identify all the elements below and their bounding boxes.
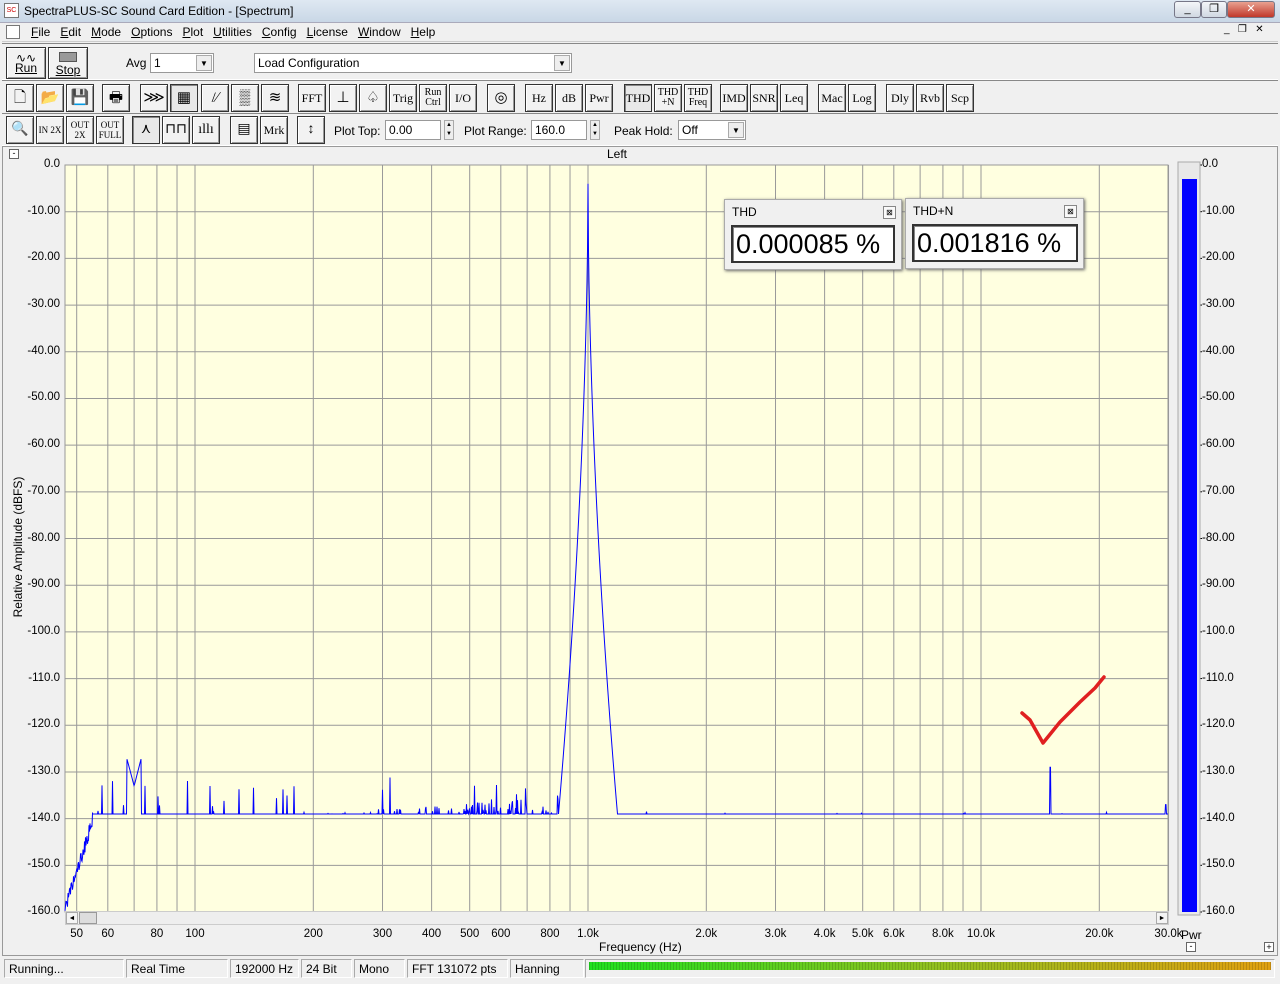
meter-tick-label: -100.0 xyxy=(1202,624,1235,637)
status-field: FFT 131072 pts xyxy=(407,959,508,978)
y-tick-label: -50.00 xyxy=(27,391,60,404)
status-field: 192000 Hz xyxy=(230,959,299,978)
status-field: Running... xyxy=(4,959,124,978)
x-tick-label: 20.0k xyxy=(1085,928,1114,940)
meter-tick-label: -20.00 xyxy=(1202,251,1235,264)
meter-tick-label: -120.0 xyxy=(1202,718,1235,731)
x-tick-label: 200 xyxy=(303,928,323,940)
status-field: Real Time xyxy=(126,959,228,978)
y-tick-label: -140.0 xyxy=(27,811,60,824)
status-bar: Running... Real Time 192000 Hz 24 Bit Mono FF… xyxy=(2,958,1278,980)
scroll-thumb[interactable] xyxy=(79,912,97,924)
meter-tick-label: -160.0 xyxy=(1202,905,1235,917)
x-tick-label: 2.0k xyxy=(695,928,718,940)
horizontal-scrollbar[interactable]: ◄ ► xyxy=(65,911,1169,925)
thd-value: 0.000085 % xyxy=(731,225,895,263)
x-tick-label: 800 xyxy=(540,928,560,940)
meter-tick-label: -140.0 xyxy=(1202,811,1235,824)
x-tick-label: 8.0k xyxy=(932,928,954,940)
y-tick-label: -60.00 xyxy=(27,438,60,451)
thd-n-value: 0.001816 % xyxy=(912,224,1078,262)
meter-collapse-button[interactable]: - xyxy=(1186,942,1196,952)
y-tick-label: -110.0 xyxy=(28,671,60,684)
status-field: 24 Bit xyxy=(301,959,352,978)
y-tick-label: -20.00 xyxy=(27,251,60,264)
meter-tick-label: -70.00 xyxy=(1202,484,1235,497)
meter-tick-label: -150.0 xyxy=(1202,858,1235,871)
meter-tick-label: -80.00 xyxy=(1202,531,1235,544)
x-tick-label: 500 xyxy=(460,928,480,940)
y-tick-label: -160.0 xyxy=(27,905,60,917)
x-tick-label: 400 xyxy=(422,928,442,940)
y-tick-label: -10.00 xyxy=(27,204,60,217)
meter-tick-label: -30.00 xyxy=(1202,298,1235,311)
meter-bar xyxy=(1182,179,1197,913)
meter-tick-label: -10.00 xyxy=(1202,204,1235,217)
input-level-meter xyxy=(585,959,1275,978)
meter-label: Pwr xyxy=(1181,928,1202,942)
status-field: Hanning xyxy=(510,959,584,978)
y-tick-label: -30.00 xyxy=(27,298,60,311)
x-tick-label: 4.0k xyxy=(813,928,836,940)
x-axis-title: Frequency (Hz) xyxy=(599,940,682,954)
x-tick-label: 3.0k xyxy=(764,928,787,940)
y-tick-label: -150.0 xyxy=(27,858,60,871)
status-field: Mono xyxy=(354,959,405,978)
meter-tick-label: 0.0 xyxy=(1202,158,1218,170)
x-tick-label: 10.0k xyxy=(966,928,996,940)
x-tick-label: 60 xyxy=(101,928,115,940)
x-tick-label: 6.0k xyxy=(882,928,905,940)
input-level-bar xyxy=(589,962,1271,970)
meter-tick-label: -90.00 xyxy=(1202,578,1235,591)
thd-meter[interactable]: THD ⊠ 0.000085 % xyxy=(724,199,902,270)
x-tick-label: 1.0k xyxy=(577,928,599,940)
x-tick-label: 50 xyxy=(70,928,84,940)
y-axis-title: Relative Amplitude (dBFS) xyxy=(11,476,25,618)
x-tick-label: 600 xyxy=(491,928,511,940)
y-tick-label: -130.0 xyxy=(27,764,60,777)
thd-n-meter[interactable]: THD+N ⊠ 0.001816 % xyxy=(905,198,1084,269)
x-tick-label: 300 xyxy=(372,928,393,940)
y-tick-label: 0.0 xyxy=(44,158,60,170)
thd-title: THD xyxy=(732,205,757,219)
meter-tick-label: -60.00 xyxy=(1202,438,1235,451)
y-axis-title-wrap: Relative Amplitude (dBFS) xyxy=(8,470,25,630)
x-tick-label: 80 xyxy=(150,928,164,940)
thd-n-title: THD+N xyxy=(913,204,954,218)
x-tick-label: 100 xyxy=(185,928,205,940)
meter-tick-label: -40.00 xyxy=(1202,344,1235,357)
x-tick-label: 5.0k xyxy=(851,928,874,940)
meter-tick-label: -50.00 xyxy=(1202,391,1235,404)
x-tick-label: 30.0k xyxy=(1154,928,1183,940)
y-tick-label: -40.00 xyxy=(27,344,60,357)
close-icon[interactable]: ⊠ xyxy=(1064,205,1077,218)
close-icon[interactable]: ⊠ xyxy=(883,206,896,219)
scroll-left-arrow[interactable]: ◄ xyxy=(66,912,78,924)
meter-tick-label: -130.0 xyxy=(1202,764,1235,777)
spectrum-chart xyxy=(64,161,1202,916)
expand-button[interactable]: + xyxy=(1264,942,1274,952)
y-tick-label: -120.0 xyxy=(27,718,60,731)
scroll-right-arrow[interactable]: ► xyxy=(1156,912,1168,924)
meter-tick-label: -110.0 xyxy=(1202,671,1234,684)
